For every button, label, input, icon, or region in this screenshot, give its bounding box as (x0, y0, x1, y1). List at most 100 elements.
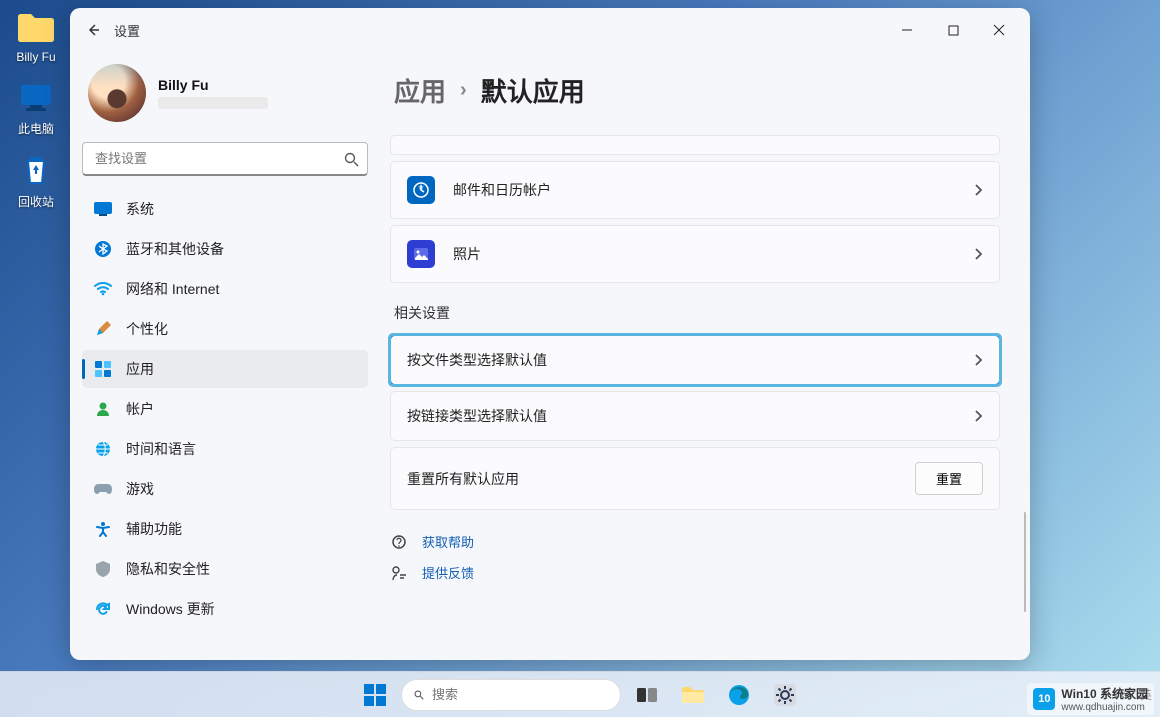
minimize-icon (901, 24, 913, 36)
taskbar-task-view[interactable] (627, 675, 667, 715)
task-view-icon (637, 686, 657, 704)
folder-icon (16, 8, 56, 48)
sidebar-item-accounts[interactable]: 帐户 (82, 390, 368, 428)
search-icon (414, 688, 424, 702)
taskbar-explorer[interactable] (673, 675, 713, 715)
chevron-right-icon (973, 183, 983, 197)
taskbar-search[interactable] (401, 679, 621, 711)
desktop-icon-label: Billy Fu (6, 50, 66, 64)
sidebar-item-label: 个性化 (126, 319, 168, 339)
sidebar-item-label: 蓝牙和其他设备 (126, 239, 224, 259)
bluetooth-icon (94, 240, 112, 258)
card-label: 按链接类型选择默认值 (407, 406, 547, 426)
tray-ime[interactable]: 英 (1140, 686, 1152, 703)
chevron-right-icon (973, 247, 983, 261)
card-label: 照片 (453, 244, 481, 264)
close-icon (993, 24, 1005, 36)
personalize-icon (94, 320, 112, 338)
search-input[interactable] (82, 142, 368, 176)
sidebar-item-label: 游戏 (126, 479, 154, 499)
help-link-get-help[interactable]: 获取帮助 (390, 532, 1000, 551)
time-lang-icon (94, 440, 112, 458)
start-button[interactable] (355, 675, 395, 715)
chevron-right-icon: › (460, 79, 467, 102)
card-partial-offscreen[interactable] (390, 135, 1000, 155)
sidebar-item-label: 网络和 Internet (126, 279, 219, 299)
sidebar-item-apps[interactable]: 应用 (82, 350, 368, 388)
desktop-folder-billy-fu[interactable]: Billy Fu (6, 8, 66, 64)
sidebar-item-label: 帐户 (126, 399, 154, 419)
app-card-mail[interactable]: 邮件和日历帐户 (390, 161, 1000, 219)
sidebar-item-label: Windows 更新 (126, 599, 215, 619)
option-defaults-by-link-type[interactable]: 按链接类型选择默认值 (390, 391, 1000, 441)
close-button[interactable] (976, 15, 1022, 45)
account-icon (94, 400, 112, 418)
feedback-icon (390, 564, 408, 582)
sidebar-item-label: 时间和语言 (126, 439, 196, 459)
tray-chevron-up-icon[interactable] (1118, 689, 1130, 701)
sidebar-item-bluetooth[interactable]: 蓝牙和其他设备 (82, 230, 368, 268)
sidebar-item-personalize[interactable]: 个性化 (82, 310, 368, 348)
windows-logo-icon (364, 684, 386, 706)
sidebar-item-time[interactable]: 时间和语言 (82, 430, 368, 468)
help-link-label: 提供反馈 (422, 563, 474, 582)
apps-icon (94, 360, 112, 378)
breadcrumb-parent[interactable]: 应用 (394, 72, 446, 109)
breadcrumb: 应用 › 默认应用 (390, 72, 1000, 109)
sidebar-item-network[interactable]: 网络和 Internet (82, 270, 368, 308)
sidebar-item-privacy[interactable]: 隐私和安全性 (82, 550, 368, 588)
window-title: 设置 (114, 21, 140, 40)
desktop-recycle-bin[interactable]: 回收站 (6, 151, 66, 210)
gear-icon (774, 684, 796, 706)
maximize-button[interactable] (930, 15, 976, 45)
option-defaults-by-file-type[interactable]: 按文件类型选择默认值 (390, 335, 1000, 385)
desktop-icon-label: 此电脑 (6, 120, 66, 137)
desktop: Billy Fu 此电脑 回收站 (0, 0, 70, 224)
minimize-button[interactable] (884, 15, 930, 45)
taskbar-search-input[interactable] (432, 687, 608, 702)
pc-icon (16, 78, 56, 118)
help-icon (390, 533, 408, 551)
chevron-right-icon (973, 353, 983, 367)
arrow-left-icon (85, 22, 101, 38)
back-button[interactable] (78, 15, 108, 45)
profile-email-redacted (158, 97, 268, 109)
desktop-icon-label: 回收站 (6, 193, 66, 210)
breadcrumb-current: 默认应用 (481, 72, 585, 109)
sidebar-item-label: 系统 (126, 199, 154, 219)
sidebar-item-gaming[interactable]: 游戏 (82, 470, 368, 508)
sidebar-item-update[interactable]: Windows 更新 (82, 590, 368, 628)
help-link-label: 获取帮助 (422, 532, 474, 551)
search-icon[interactable] (340, 148, 362, 170)
help-link-feedback[interactable]: 提供反馈 (390, 563, 1000, 582)
taskbar-settings[interactable] (765, 675, 805, 715)
taskbar: 英 (0, 671, 1160, 717)
titlebar: 设置 (70, 8, 1030, 52)
sidebar-item-label: 应用 (126, 359, 154, 379)
help-links: 获取帮助 提供反馈 (390, 532, 1000, 582)
mail-app-icon (407, 176, 435, 204)
section-title-related: 相关设置 (394, 303, 1000, 323)
wifi-icon (94, 280, 112, 298)
sidebar-item-label: 隐私和安全性 (126, 559, 210, 579)
reset-button[interactable]: 重置 (915, 462, 983, 495)
sidebar-item-accessibility[interactable]: 辅助功能 (82, 510, 368, 548)
taskbar-edge[interactable] (719, 675, 759, 715)
photos-app-icon (407, 240, 435, 268)
app-card-photos[interactable]: 照片 (390, 225, 1000, 283)
maximize-icon (948, 25, 959, 36)
desktop-this-pc[interactable]: 此电脑 (6, 78, 66, 137)
avatar (88, 64, 146, 122)
sidebar-item-label: 辅助功能 (126, 519, 182, 539)
option-reset-defaults: 重置所有默认应用 重置 (390, 447, 1000, 510)
profile-block[interactable]: Billy Fu (82, 58, 368, 136)
folder-icon (681, 685, 705, 705)
gaming-icon (94, 480, 112, 498)
search-field[interactable] (82, 142, 368, 176)
sidebar-item-system[interactable]: 系统 (82, 190, 368, 228)
edge-icon (728, 684, 750, 706)
privacy-icon (94, 560, 112, 578)
scrollbar[interactable] (1024, 512, 1026, 612)
accessibility-icon (94, 520, 112, 538)
card-label: 重置所有默认应用 (407, 469, 519, 489)
